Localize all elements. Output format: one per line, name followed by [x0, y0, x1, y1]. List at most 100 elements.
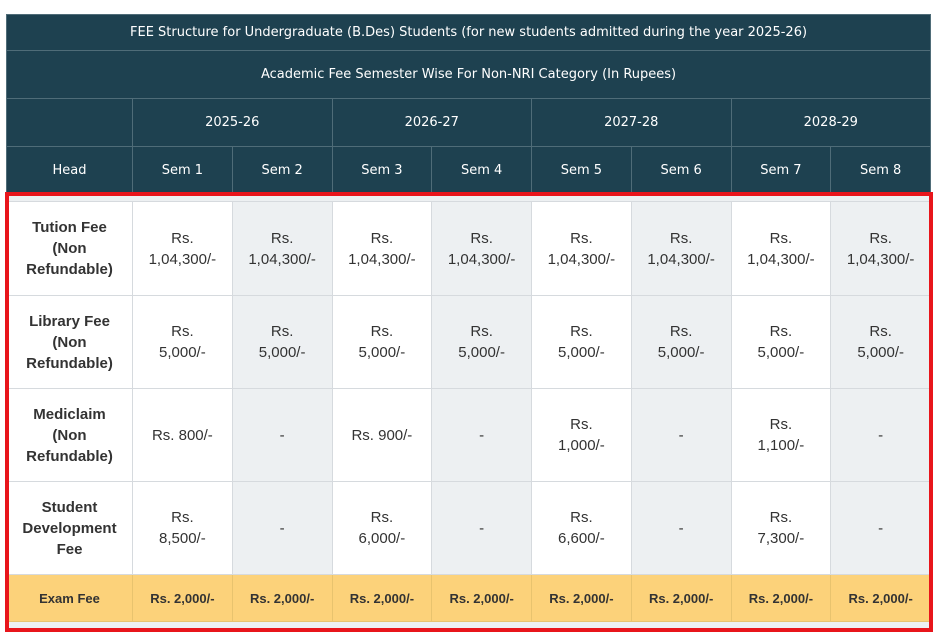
fee-amount-cell: -: [830, 481, 932, 575]
fee-amount-cell: Rs. 1,04,300/-: [331, 201, 433, 296]
fee-amount-cell: -: [830, 388, 932, 482]
fee-amount-line: Rs.: [869, 323, 892, 340]
fee-amount-cell: Rs. 5,000/-: [132, 295, 233, 389]
fee-amount-line: 1,04,300/-: [846, 250, 915, 268]
fee-amount-cell: Rs. 1,04,300/-: [630, 201, 732, 296]
fee-amount-line: Rs.: [769, 416, 793, 433]
fee-amount-line: Rs.: [570, 416, 593, 433]
fee-amount-cell: -: [630, 481, 732, 575]
exam-fee-amount-cell: Rs. 2,000/-: [531, 574, 632, 622]
fee-amount-cell: Rs. 1,100/-: [730, 388, 832, 482]
fee-head-line: Student: [41, 498, 98, 516]
fee-amount-line: Rs.: [769, 229, 793, 247]
head-column-header: Head: [6, 146, 133, 195]
fee-head-line: (Non: [52, 240, 87, 257]
semester-header: Sem 7: [730, 146, 832, 195]
fee-amount-cell: Rs. 5,000/-: [231, 295, 333, 389]
fee-row: Mediclaim (Non Refundable) Rs. 800/- - Rs. 90…: [6, 388, 932, 482]
fee-amount-cell: Rs. 900/-: [331, 388, 433, 482]
fee-head-line: Refundable): [26, 447, 113, 465]
fee-amount-cell: Rs. 5,000/-: [830, 295, 932, 389]
exam-fee-amount-cell: Rs. 2,000/-: [830, 574, 932, 622]
spacer-row: [6, 194, 931, 202]
fee-table-body: Tution Fee (Non Refundable) Rs. 1,04,300/- Rs…: [6, 194, 932, 628]
fee-amount-cell: Rs. 1,04,300/-: [231, 201, 333, 296]
table-subtitle: Academic Fee Semester Wise For Non-NRI C…: [5, 50, 932, 99]
fee-amount-line: Rs. 800/-: [151, 426, 213, 444]
fee-amount-cell: Rs. 1,04,300/-: [730, 201, 832, 296]
fee-amount-line: Rs.: [570, 509, 593, 526]
fee-head-line: Tution Fee: [32, 219, 107, 236]
fee-amount-line: Rs.: [171, 229, 194, 247]
semester-header: Sem 1: [132, 146, 233, 195]
exam-fee-amount-cell: Rs. 2,000/-: [630, 574, 732, 622]
fee-amount-line: Rs.: [570, 323, 593, 340]
fee-head-line: Development: [22, 519, 117, 537]
exam-fee-amount-cell: Rs. 2,000/-: [132, 574, 233, 622]
fee-amount-line: Rs.: [669, 229, 693, 247]
fee-table-container: FEE Structure for Undergraduate (B.Des) …: [5, 14, 932, 628]
fee-head-line: Refundable): [26, 354, 113, 372]
fee-amount-cell: -: [630, 388, 732, 482]
fee-amount-cell: Rs. 6,000/-: [331, 481, 433, 575]
exam-fee-row: Exam Fee Rs. 2,000/- Rs. 2,000/- Rs. 2,000/…: [6, 574, 932, 622]
semester-header: Sem 8: [830, 146, 932, 195]
fee-amount-line: Rs.: [869, 229, 892, 247]
fee-amount-line: -: [479, 519, 485, 537]
fee-amount-line: -: [678, 519, 684, 537]
exam-fee-amount-cell: Rs. 2,000/-: [231, 574, 333, 622]
fee-amount-line: -: [279, 519, 285, 537]
fee-amount-line: 6,000/-: [358, 530, 406, 547]
fee-amount-line: Rs.: [370, 229, 394, 247]
semester-header: Sem 3: [331, 146, 433, 195]
fee-head-line: (Non: [52, 333, 87, 351]
semester-header: Sem 6: [630, 146, 732, 195]
fee-head-line: Library Fee: [29, 312, 110, 330]
fee-structure-table: FEE Structure for Undergraduate (B.Des) …: [5, 14, 932, 628]
fee-amount-cell: Rs. 1,04,300/-: [830, 201, 932, 296]
fee-head-cell: Library Fee (Non Refundable): [6, 295, 133, 389]
fee-amount-line: Rs.: [570, 229, 593, 247]
fee-amount-cell: Rs. 5,000/-: [531, 295, 632, 389]
year-header-blank: [6, 98, 133, 147]
fee-head-line: Fee: [56, 540, 83, 558]
fee-amount-cell: Rs. 1,04,300/-: [531, 201, 632, 296]
fee-amount-line: Rs.: [270, 323, 294, 340]
year-header: 2025-26: [132, 98, 333, 147]
fee-head-cell: Tution Fee (Non Refundable): [6, 201, 133, 296]
fee-amount-line: 5,000/-: [458, 344, 505, 361]
fee-amount-line: Rs.: [171, 323, 194, 340]
fee-amount-line: Rs.: [370, 323, 394, 340]
fee-amount-line: 1,04,300/-: [348, 250, 416, 268]
fee-row: Tution Fee (Non Refundable) Rs. 1,04,300/- Rs…: [6, 201, 932, 296]
fee-amount-line: 5,000/-: [857, 344, 905, 361]
fee-amount-line: -: [479, 426, 485, 444]
fee-amount-cell: Rs. 5,000/-: [331, 295, 433, 389]
fee-amount-line: 1,04,300/-: [248, 250, 316, 268]
fee-row: Library Fee (Non Refundable) Rs. 5,000/- Rs. 5…: [6, 295, 932, 389]
fee-row: Student Development Fee Rs. 8,500/- - Rs. 6,000…: [6, 481, 932, 575]
exam-fee-amount-cell: Rs. 2,000/-: [331, 574, 433, 622]
fee-amount-line: 1,04,300/-: [148, 250, 217, 268]
year-header: 2027-28: [531, 98, 732, 147]
fee-amount-line: Rs.: [270, 229, 294, 247]
exam-fee-amount-cell: Rs. 2,000/-: [730, 574, 832, 622]
fee-amount-line: -: [878, 426, 884, 444]
fee-amount-cell: Rs. 6,600/-: [531, 481, 632, 575]
fee-amount-line: Rs.: [470, 323, 493, 340]
fee-amount-line: 5,000/-: [358, 344, 406, 361]
fee-amount-line: -: [678, 426, 684, 444]
fee-amount-line: Rs. 900/-: [351, 426, 413, 444]
fee-head-line: Refundable): [26, 261, 113, 278]
fee-amount-cell: -: [231, 481, 333, 575]
fee-amount-line: 5,000/-: [159, 344, 206, 361]
fee-amount-line: Rs.: [769, 509, 793, 526]
fee-amount-line: 1,000/-: [558, 437, 605, 454]
fee-amount-cell: Rs. 5,000/-: [730, 295, 832, 389]
fee-amount-line: Rs.: [171, 509, 194, 526]
fee-amount-line: -: [878, 519, 884, 537]
fee-amount-cell: Rs. 1,04,300/-: [431, 201, 532, 296]
fee-amount-line: 5,000/-: [258, 344, 306, 361]
fee-amount-line: 5,000/-: [657, 344, 705, 361]
fee-amount-cell: Rs. 1,000/-: [531, 388, 632, 482]
